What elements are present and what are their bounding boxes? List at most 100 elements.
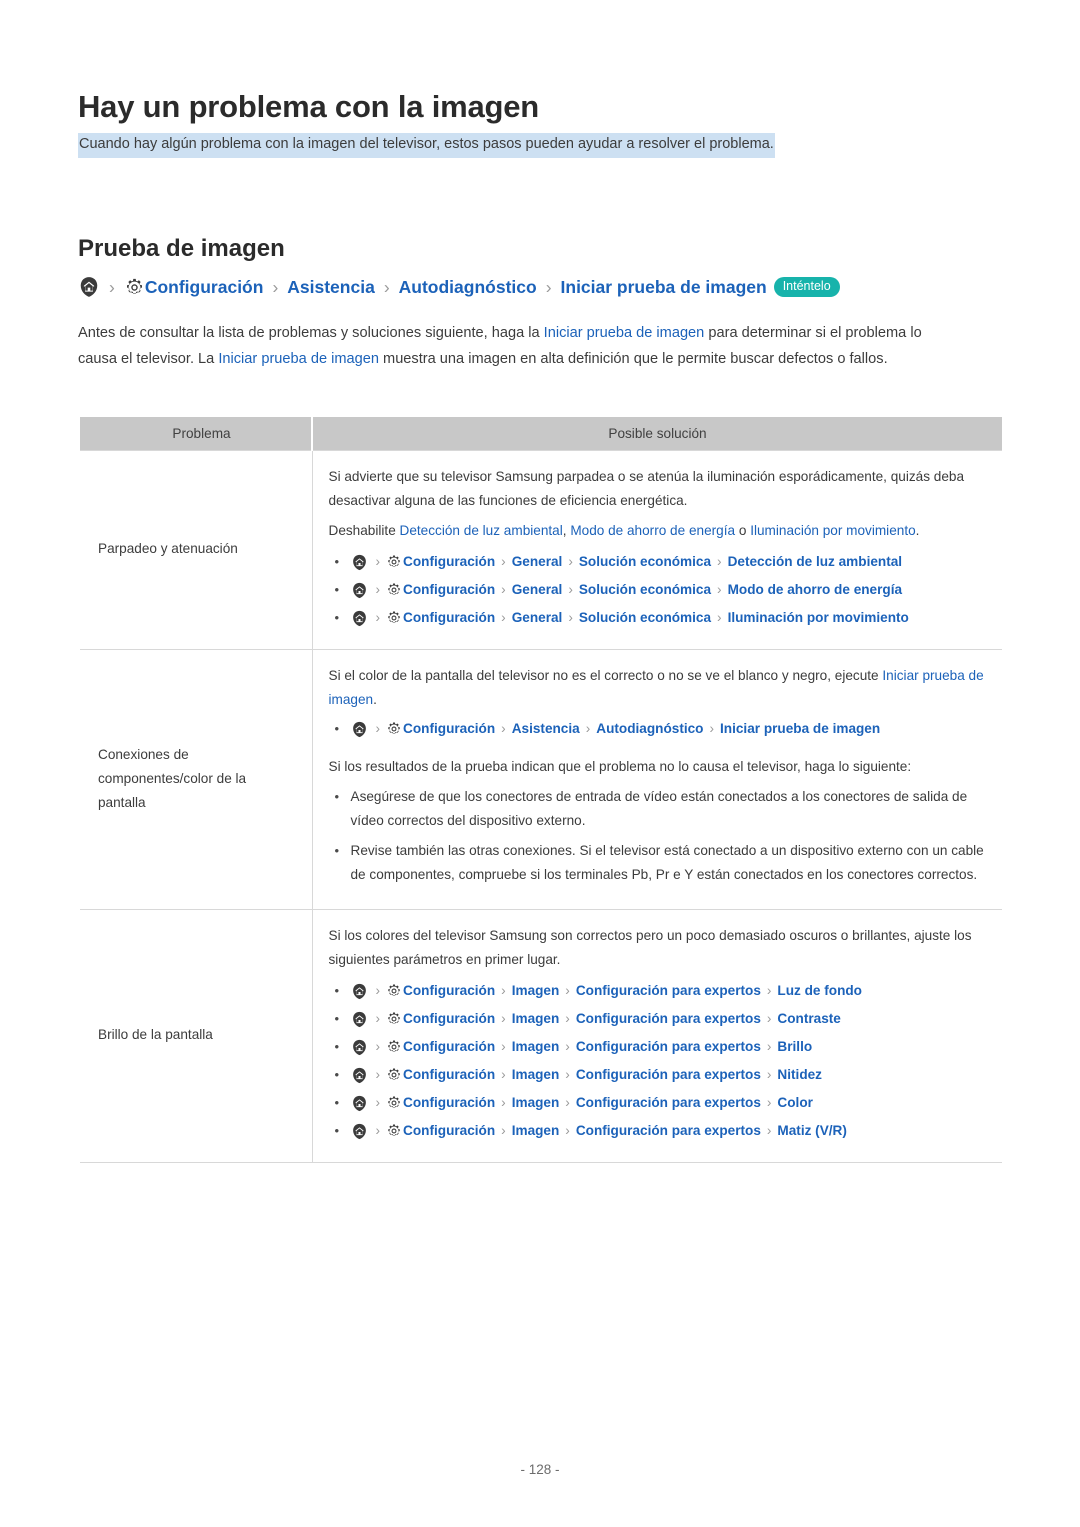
- path-segment[interactable]: Configuración: [403, 554, 495, 569]
- chevron-right-icon: ›: [565, 1095, 570, 1110]
- list-item[interactable]: › Configuración › General › Solución económic…: [329, 577, 987, 602]
- inline-link[interactable]: Detección de luz ambiental: [400, 523, 563, 538]
- settings-path[interactable]: › Configuración › General › Solución económic…: [351, 582, 902, 599]
- path-segment[interactable]: Imagen: [512, 1039, 560, 1054]
- path-segment[interactable]: Brillo: [777, 1039, 812, 1054]
- path-segment[interactable]: Configuración para expertos: [576, 1095, 761, 1110]
- path-segment[interactable]: Imagen: [512, 1095, 560, 1110]
- intro-text: muestra una imagen en alta definición qu…: [378, 351, 888, 367]
- path-segment[interactable]: Configuración: [403, 1011, 495, 1026]
- list-item[interactable]: › Configuración › Imagen › Configuración para…: [329, 1006, 987, 1031]
- path-segment[interactable]: Solución económica: [579, 582, 711, 597]
- settings-path[interactable]: › Configuración › Imagen › Configuración para…: [351, 1011, 841, 1028]
- inline-link[interactable]: Iniciar prueba de imagen: [218, 351, 379, 367]
- instruction-list: Asegúrese de que los conectores de entra…: [329, 785, 987, 887]
- path-segment[interactable]: Imagen: [512, 1067, 560, 1082]
- path-segment[interactable]: Luz de fondo: [777, 983, 862, 998]
- path-segment[interactable]: Configuración: [403, 610, 495, 625]
- path-segment[interactable]: Imagen: [512, 1123, 560, 1138]
- settings-path[interactable]: › Configuración › Imagen › Configuración para…: [351, 1039, 812, 1056]
- settings-path[interactable]: › Configuración › Imagen › Configuración para…: [351, 1123, 847, 1140]
- chevron-right-icon: ›: [375, 1123, 381, 1138]
- breadcrumb-item[interactable]: Iniciar prueba de imagen: [561, 277, 767, 298]
- gear-icon: [386, 554, 402, 570]
- inline-link[interactable]: Iluminación por movimiento: [750, 523, 915, 538]
- try-badge[interactable]: Inténtelo: [773, 276, 840, 298]
- path-segment[interactable]: Autodiagnóstico: [596, 721, 703, 736]
- path-segment[interactable]: Configuración: [403, 1123, 495, 1138]
- path-segment[interactable]: Detección de luz ambiental: [728, 554, 903, 569]
- breadcrumb-item[interactable]: Configuración: [145, 277, 264, 298]
- path-segment[interactable]: Asistencia: [512, 721, 580, 736]
- chevron-right-icon: ›: [272, 276, 279, 297]
- list-item[interactable]: › Configuración › Imagen › Configuración para…: [329, 1034, 987, 1059]
- path-segment[interactable]: Nitidez: [777, 1067, 822, 1082]
- problem-label: Brillo de la pantalla: [98, 1027, 213, 1042]
- list-item[interactable]: › Configuración › Asistencia › Autodiagnóstic…: [329, 716, 987, 741]
- chevron-right-icon: ›: [585, 721, 591, 736]
- gear-icon: [386, 610, 402, 626]
- list-item[interactable]: › Configuración › Imagen › Configuración para…: [329, 978, 987, 1003]
- problem-label: Parpadeo y atenuación: [98, 541, 238, 556]
- path-segment[interactable]: Configuración: [403, 721, 495, 736]
- path-segment[interactable]: Configuración para expertos: [576, 1039, 761, 1054]
- home-icon: [78, 276, 100, 298]
- path-segment[interactable]: Iniciar prueba de imagen: [720, 721, 880, 736]
- table-row: Parpadeo y atenuación Si advierte que su …: [80, 450, 1002, 650]
- list-item[interactable]: › Configuración › Imagen › Configuración para…: [329, 1062, 987, 1087]
- inline-link[interactable]: Modo de ahorro de energía: [570, 523, 735, 538]
- settings-path[interactable]: › Configuración › Imagen › Configuración para…: [351, 1067, 822, 1084]
- path-segment[interactable]: Color: [777, 1095, 813, 1110]
- list-item[interactable]: › Configuración › General › Solución económic…: [329, 605, 987, 630]
- path-segment[interactable]: Configuración: [403, 1039, 495, 1054]
- chevron-right-icon: ›: [501, 1067, 506, 1082]
- gear-icon: [386, 1039, 402, 1055]
- path-segment[interactable]: Configuración: [403, 983, 495, 998]
- settings-path[interactable]: › Configuración › Asistencia › Autodiagnóstic…: [351, 721, 880, 738]
- path-segment[interactable]: General: [512, 554, 563, 569]
- list-item[interactable]: › Configuración › Imagen › Configuración para…: [329, 1090, 987, 1115]
- breadcrumb-item[interactable]: Autodiagnóstico: [399, 277, 537, 298]
- path-segment[interactable]: Configuración para expertos: [576, 1011, 761, 1026]
- inline-link[interactable]: Iniciar prueba de imagen: [329, 668, 984, 707]
- settings-path[interactable]: › Configuración › Imagen › Configuración para…: [351, 983, 862, 1000]
- path-segment[interactable]: Configuración: [403, 1067, 495, 1082]
- path-segment[interactable]: Matiz (V/R): [777, 1123, 846, 1138]
- chevron-right-icon: ›: [717, 610, 722, 625]
- path-segment[interactable]: Modo de ahorro de energía: [728, 582, 902, 597]
- chevron-right-icon: ›: [375, 721, 381, 736]
- path-segment[interactable]: General: [512, 610, 563, 625]
- solution-text: Si advierte que su televisor Samsung par…: [328, 469, 965, 508]
- path-segment[interactable]: Configuración para expertos: [576, 1123, 761, 1138]
- settings-path[interactable]: › Configuración › General › Solución económic…: [351, 610, 909, 627]
- gear-icon: [386, 1095, 402, 1111]
- chevron-right-icon: ›: [545, 276, 552, 297]
- chevron-right-icon: ›: [375, 554, 381, 569]
- breadcrumb-item[interactable]: Asistencia: [287, 277, 375, 298]
- breadcrumb[interactable]: › Configuración › Asistencia › Autodiagnóstic…: [78, 276, 840, 298]
- chevron-right-icon: ›: [375, 983, 381, 998]
- path-segment[interactable]: General: [512, 582, 563, 597]
- table-header-row: Problema Posible solución: [80, 417, 1002, 451]
- home-icon: [351, 983, 368, 1000]
- gear-icon: [124, 277, 145, 298]
- path-segment[interactable]: Configuración: [403, 582, 495, 597]
- path-segment[interactable]: Configuración: [403, 1095, 495, 1110]
- path-segment[interactable]: Configuración para expertos: [576, 983, 761, 998]
- settings-path[interactable]: › Configuración › General › Solución económic…: [351, 554, 903, 571]
- list-item[interactable]: › Configuración › Imagen › Configuración para…: [329, 1118, 987, 1143]
- list-item[interactable]: › Configuración › General › Solución económic…: [329, 549, 987, 574]
- path-segment[interactable]: Imagen: [512, 1011, 560, 1026]
- inline-link[interactable]: Iniciar prueba de imagen: [544, 325, 705, 341]
- path-segment[interactable]: Iluminación por movimiento: [728, 610, 909, 625]
- path-segment[interactable]: Configuración para expertos: [576, 1067, 761, 1082]
- settings-path[interactable]: › Configuración › Imagen › Configuración para…: [351, 1095, 813, 1112]
- page-subtitle: Cuando hay algún problema con la imagen …: [78, 133, 775, 158]
- path-segment[interactable]: Contraste: [777, 1011, 840, 1026]
- column-header-solution: Posible solución: [312, 417, 1002, 451]
- chevron-right-icon: ›: [568, 582, 573, 597]
- path-segment[interactable]: Solución económica: [579, 610, 711, 625]
- home-icon: [351, 721, 368, 738]
- path-segment[interactable]: Imagen: [512, 983, 560, 998]
- path-segment[interactable]: Solución económica: [579, 554, 711, 569]
